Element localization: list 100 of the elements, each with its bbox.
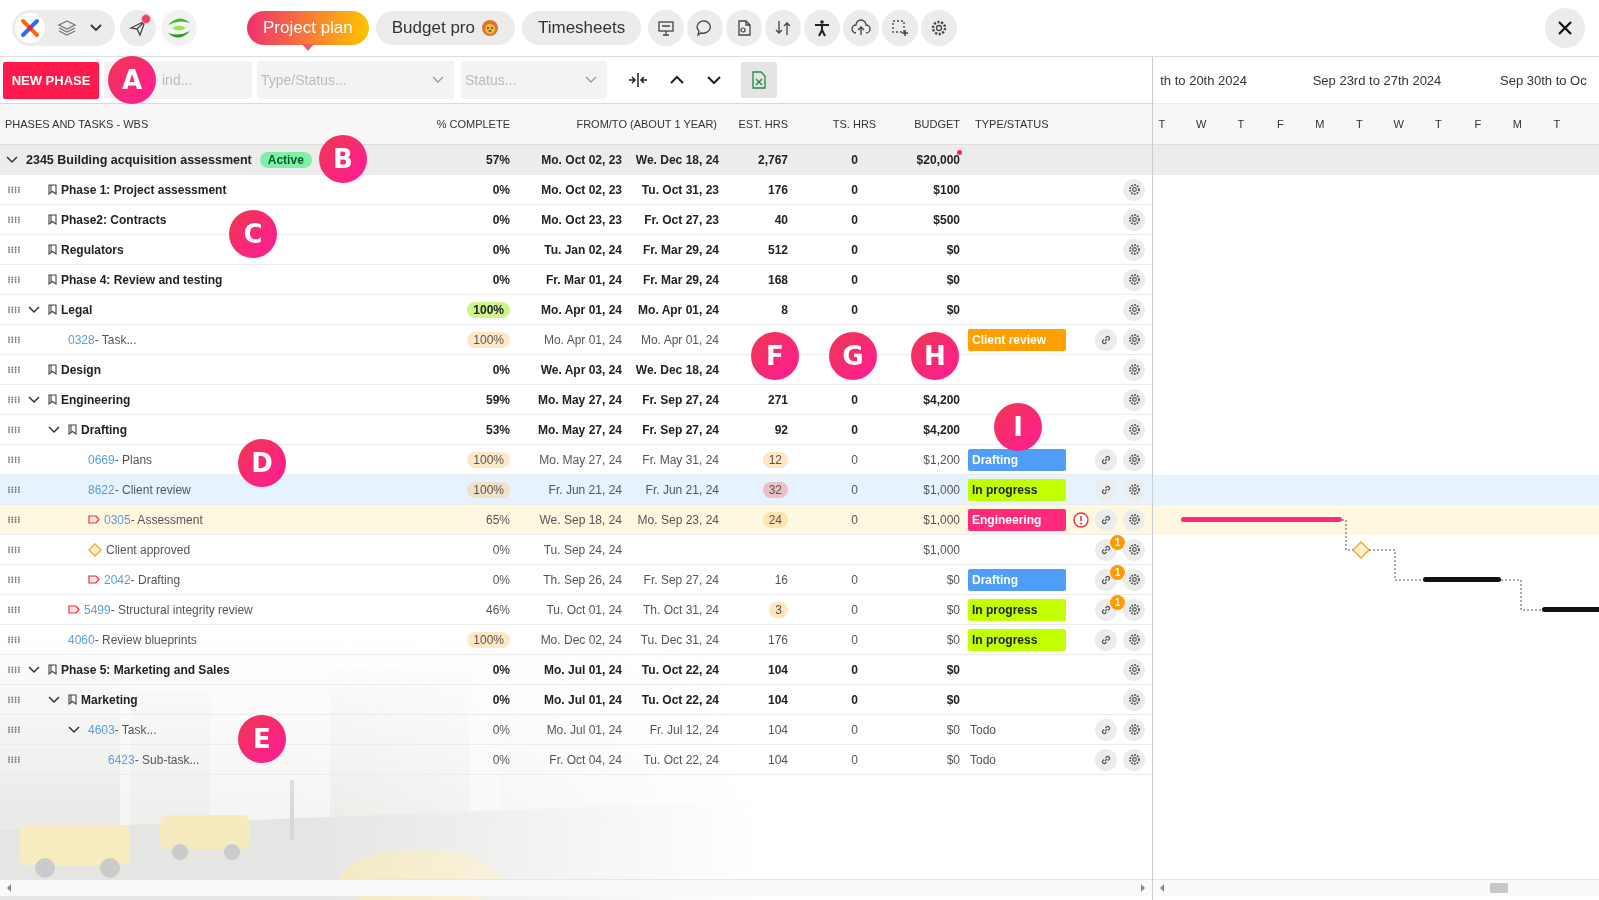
settings-button[interactable] xyxy=(921,10,958,46)
drag-handle-icon[interactable] xyxy=(8,695,20,704)
settings-button[interactable] xyxy=(1123,628,1145,651)
link-button[interactable] xyxy=(1095,598,1117,621)
chevron-down-icon[interactable] xyxy=(68,725,80,734)
new-phase-button[interactable]: NEW PHASE xyxy=(3,61,99,99)
table-row[interactable]: Legal 100% Mo. Apr 01, 24 Mo. Apr 01, 24 8 0 $0 xyxy=(0,295,1152,325)
chevron-down-icon[interactable] xyxy=(28,395,40,404)
settings-button[interactable] xyxy=(1123,298,1145,321)
drag-handle-icon[interactable] xyxy=(8,515,20,524)
phase-name[interactable]: Phase 4: Review and testing xyxy=(61,272,223,287)
table-row[interactable]: Phase 4: Review and testing 0% Fr. Mar 01, 24 Fr. Mar 29, 24 168 0 $0 xyxy=(0,265,1152,295)
phase-name[interactable]: Marketing xyxy=(81,692,138,707)
task-name[interactable]: 5499- Structural integrity review xyxy=(84,602,253,617)
settings-button[interactable] xyxy=(1123,178,1145,201)
settings-button[interactable] xyxy=(1123,328,1145,351)
link-button[interactable] xyxy=(1095,538,1117,561)
chevron-down-icon[interactable] xyxy=(6,155,18,164)
phase-name[interactable]: Legal xyxy=(61,302,93,317)
table-row[interactable]: 2042- Drafting 0% Th. Sep 26, 24 Fr. Sep 27, 24 16 0 $0 Drafting 1 xyxy=(0,565,1152,595)
settings-button[interactable] xyxy=(1123,598,1145,621)
add-selection-button[interactable] xyxy=(882,10,919,46)
chevron-up-icon[interactable] xyxy=(669,75,685,85)
status-tag[interactable]: In progress xyxy=(968,478,1066,501)
drag-handle-icon[interactable] xyxy=(8,185,20,194)
close-button[interactable] xyxy=(1545,8,1585,48)
settings-button[interactable] xyxy=(1123,478,1145,501)
chevron-down-icon[interactable] xyxy=(48,695,60,704)
task-name[interactable]: 4603- Task... xyxy=(88,722,157,737)
task-name[interactable]: 0669- Plans xyxy=(88,452,153,467)
drag-handle-icon[interactable] xyxy=(8,425,20,434)
drag-handle-icon[interactable] xyxy=(8,215,20,224)
settings-button[interactable] xyxy=(1123,538,1145,561)
scroll-left-icon[interactable] xyxy=(1159,884,1165,892)
status-tag[interactable]: In progress xyxy=(968,628,1066,651)
scroll-right-icon[interactable] xyxy=(1140,884,1146,892)
link-button[interactable] xyxy=(1095,628,1117,651)
drag-handle-icon[interactable] xyxy=(8,305,20,314)
task-name[interactable]: 6423- Sub-task... xyxy=(108,752,200,767)
task-name[interactable]: 8622- Client review xyxy=(88,482,191,497)
chevron-down-icon[interactable] xyxy=(706,75,722,85)
drag-handle-icon[interactable] xyxy=(8,665,20,674)
status-tag[interactable]: In progress xyxy=(968,598,1066,621)
layers-icon[interactable] xyxy=(57,19,77,37)
link-button[interactable] xyxy=(1095,748,1117,771)
horizontal-scrollbar[interactable] xyxy=(1153,879,1599,896)
link-button[interactable] xyxy=(1095,328,1117,351)
cloud-upload-button[interactable] xyxy=(843,10,880,46)
chat-button[interactable] xyxy=(687,10,724,46)
drag-handle-icon[interactable] xyxy=(8,605,20,614)
settings-button[interactable] xyxy=(1123,658,1145,681)
link-button[interactable] xyxy=(1095,568,1117,591)
link-button[interactable] xyxy=(1095,448,1117,471)
chevron-down-icon[interactable] xyxy=(48,425,60,434)
settings-button[interactable] xyxy=(1123,388,1145,411)
drag-handle-icon[interactable] xyxy=(8,365,20,374)
drag-handle-icon[interactable] xyxy=(8,635,20,644)
chevron-down-icon[interactable] xyxy=(28,305,40,314)
settings-button[interactable] xyxy=(1123,208,1145,231)
settings-button[interactable] xyxy=(1123,508,1145,531)
drag-handle-icon[interactable] xyxy=(8,485,20,494)
accessibility-button[interactable] xyxy=(804,10,841,46)
swap-button[interactable] xyxy=(765,10,802,46)
drag-handle-icon[interactable] xyxy=(8,275,20,284)
settings-button[interactable] xyxy=(1123,418,1145,441)
document-button[interactable] xyxy=(726,10,763,46)
chevron-down-icon[interactable] xyxy=(89,23,103,33)
drag-handle-icon[interactable] xyxy=(8,545,20,554)
table-row[interactable]: 0305- Assessment 65% We. Sep 18, 24 Mo. Sep 23, 24 24 0 $1,000 Engineering xyxy=(0,505,1152,535)
chevron-down-icon[interactable] xyxy=(28,665,40,674)
link-button[interactable] xyxy=(1095,508,1117,531)
phase-name[interactable]: Phase 1: Project assessment xyxy=(61,182,227,197)
phase-name[interactable]: Drafting xyxy=(81,422,127,437)
settings-button[interactable] xyxy=(1123,718,1145,741)
horizontal-scrollbar[interactable] xyxy=(0,879,1152,896)
send-button[interactable] xyxy=(120,10,156,46)
project-name[interactable]: 2345 Building acquisition assessment xyxy=(26,152,252,167)
phase-name[interactable]: Phase2: Contracts xyxy=(61,212,167,227)
link-button[interactable] xyxy=(1095,718,1117,741)
scroll-left-icon[interactable] xyxy=(6,884,12,892)
collapse-icon[interactable] xyxy=(628,72,648,88)
table-row[interactable]: 5499- Structural integrity review 46% Tu. Oct 01, 24 Th. Oct 31, 24 3 0 $0 In progress 1 xyxy=(0,595,1152,625)
milestone-name[interactable]: Client approved xyxy=(106,542,191,557)
table-row[interactable]: 8622- Client review 100% Fr. Jun 21, 24 Fr. Jun 21, 24 32 0 $1,000 In progress xyxy=(0,475,1152,505)
settings-button[interactable] xyxy=(1123,448,1145,471)
task-name[interactable]: 2042- Drafting xyxy=(104,572,181,587)
table-row[interactable]: Marketing 0% Mo. Jul 01, 24 Tu. Oct 22, 24 104 0 $0 xyxy=(0,685,1152,715)
link-button[interactable] xyxy=(1095,478,1117,501)
settings-button[interactable] xyxy=(1123,688,1145,711)
app-switcher[interactable] xyxy=(12,10,115,46)
table-row[interactable]: Client approved 0% Tu. Sep 24, 24 $1,000 1 xyxy=(0,535,1152,565)
drag-handle-icon[interactable] xyxy=(8,335,20,344)
drag-handle-icon[interactable] xyxy=(8,755,20,764)
drag-handle-icon[interactable] xyxy=(8,245,20,254)
drag-handle-icon[interactable] xyxy=(8,725,20,734)
task-name[interactable]: 0328- Task... xyxy=(68,332,137,347)
table-row[interactable]: 4060- Review blueprints 100% Mo. Dec 02, 24 Tu. Dec 31, 24 176 0 $0 In progress xyxy=(0,625,1152,655)
settings-button[interactable] xyxy=(1123,568,1145,591)
phase-name[interactable]: Engineering xyxy=(61,392,131,407)
settings-button[interactable] xyxy=(1123,268,1145,291)
